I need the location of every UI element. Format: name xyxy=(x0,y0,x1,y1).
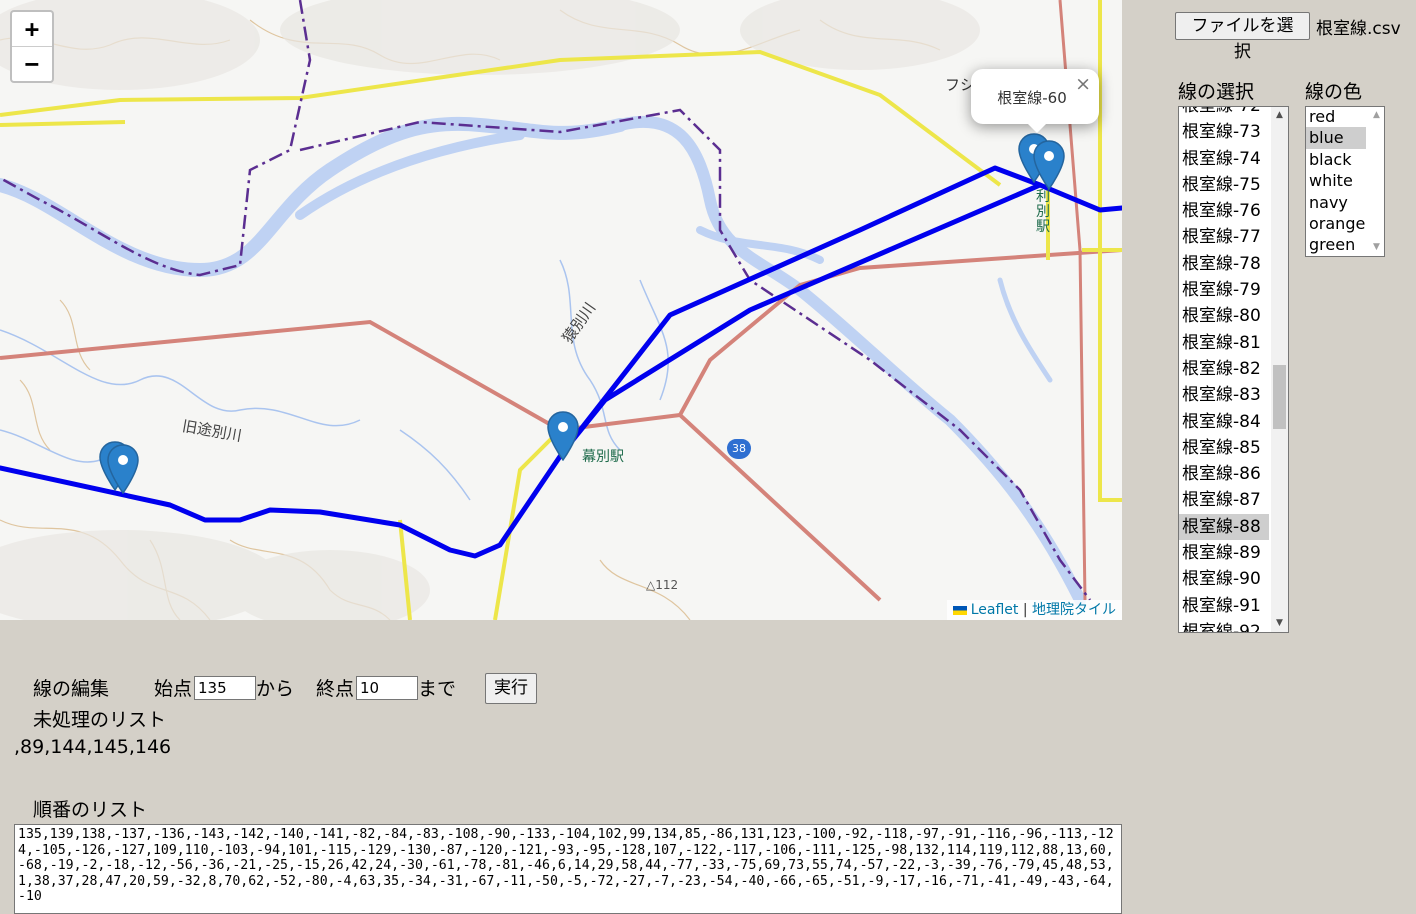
zoom-in-button[interactable]: + xyxy=(12,12,52,46)
map-attribution: Leaflet | 地理院タイル xyxy=(946,600,1122,620)
run-button[interactable]: 実行 xyxy=(485,673,537,704)
end-point-input[interactable] xyxy=(356,676,418,700)
scroll-up-icon[interactable]: ▲ xyxy=(1271,107,1288,124)
list-option[interactable]: 根室線-83 xyxy=(1179,382,1269,408)
list-option[interactable]: red xyxy=(1306,107,1366,127)
list-option[interactable]: 根室線-74 xyxy=(1179,146,1269,172)
line-select-scrollbar[interactable]: ▲ ▼ xyxy=(1271,107,1288,632)
choose-file-button[interactable]: ファイルを選択 xyxy=(1175,12,1310,62)
file-name: 根室線.csv xyxy=(1316,19,1401,39)
list-option[interactable]: blue xyxy=(1306,127,1366,149)
list-option[interactable]: 根室線-81 xyxy=(1179,330,1269,356)
line-select-items: 根室線-72 根室線-73 根室線-74 根室線-75 根室線-76 根室線-77 根室線-… xyxy=(1179,107,1269,632)
popup-tip xyxy=(1027,123,1047,133)
scroll-up-icon[interactable]: ▲ xyxy=(1369,107,1384,124)
line-select-label: 線の選択 xyxy=(1178,81,1255,103)
list-option[interactable]: 根室線-79 xyxy=(1179,277,1269,303)
elevation-label: △112 xyxy=(646,578,679,592)
popup-close-button[interactable]: × xyxy=(1075,73,1091,95)
from-label: から xyxy=(256,678,295,700)
list-option[interactable]: black xyxy=(1306,149,1366,170)
list-option[interactable]: 根室線-87 xyxy=(1179,487,1269,513)
list-option[interactable]: 根室線-89 xyxy=(1179,540,1269,566)
map-view[interactable]: 猿別川 旧途別川 幕別駅 利別駅 フシ △112 38 根室線-60 × + −… xyxy=(0,0,1122,620)
map-marker-icon[interactable] xyxy=(1033,140,1065,190)
list-option[interactable]: 根室線-88 xyxy=(1179,513,1269,541)
list-option[interactable]: 根室線-91 xyxy=(1179,593,1269,619)
station-label: 幕別駅 xyxy=(582,449,624,465)
map-marker-icon[interactable] xyxy=(547,411,579,461)
attribution-separator: | xyxy=(1022,602,1028,618)
list-option[interactable]: 根室線-80 xyxy=(1179,303,1269,329)
list-option[interactable]: 根室線-77 xyxy=(1179,224,1269,250)
map-marker-icon[interactable] xyxy=(107,444,139,494)
list-option[interactable]: 根室線-78 xyxy=(1179,251,1269,277)
line-color-scrollbar[interactable]: ▲ ▼ xyxy=(1369,107,1384,256)
end-label: 終点 xyxy=(316,678,355,700)
line-color-list[interactable]: red blue black white navy orange green ▲ ▼ xyxy=(1305,106,1385,257)
list-option[interactable]: 根室線-86 xyxy=(1179,461,1269,487)
line-color-items: red blue black white navy orange green xyxy=(1306,107,1366,256)
list-option[interactable]: 根室線-92 xyxy=(1179,619,1269,632)
list-option[interactable]: 根室線-90 xyxy=(1179,566,1269,592)
railway-line xyxy=(0,165,1122,559)
list-option[interactable]: 根室線-84 xyxy=(1179,409,1269,435)
list-option[interactable]: 根室線-73 xyxy=(1179,119,1269,145)
gsi-tiles-link[interactable]: 地理院タイル xyxy=(1032,602,1116,618)
zoom-out-button[interactable]: − xyxy=(12,46,52,81)
scroll-thumb[interactable] xyxy=(1273,365,1286,429)
start-label: 始点 xyxy=(154,678,193,700)
list-option[interactable]: 根室線-72 xyxy=(1179,107,1269,119)
order-title: 順番のリスト xyxy=(33,799,148,821)
list-option[interactable]: 根室線-82 xyxy=(1179,356,1269,382)
leaflet-link[interactable]: Leaflet xyxy=(971,602,1019,618)
list-option[interactable]: 根室線-85 xyxy=(1179,435,1269,461)
line-color-label: 線の色 xyxy=(1305,81,1363,103)
route-shield: 38 xyxy=(727,439,751,459)
ukraine-flag-icon xyxy=(952,605,967,615)
order-list-textarea[interactable]: 135,139,138,-137,-136,-143,-142,-140,-14… xyxy=(14,824,1122,914)
scroll-down-icon[interactable]: ▼ xyxy=(1271,615,1288,632)
marker-popup: 根室線-60 × xyxy=(971,69,1099,133)
list-option[interactable]: white xyxy=(1306,170,1366,191)
scroll-down-icon[interactable]: ▼ xyxy=(1369,239,1384,256)
edit-title: 線の編集 xyxy=(33,678,110,700)
list-option[interactable]: 根室線-75 xyxy=(1179,172,1269,198)
list-option[interactable]: green xyxy=(1306,234,1366,255)
list-option[interactable]: navy xyxy=(1306,192,1366,213)
station-label: 利別駅 xyxy=(1036,189,1050,235)
list-option[interactable]: orange xyxy=(1306,213,1366,234)
unprocessed-list: ,89,144,145,146 xyxy=(14,736,172,758)
zoom-control: + − xyxy=(10,10,54,83)
line-select-list[interactable]: 根室線-72 根室線-73 根室線-74 根室線-75 根室線-76 根室線-77 根室線-… xyxy=(1178,106,1289,633)
unprocessed-title: 未処理のリスト xyxy=(33,709,167,731)
list-option[interactable]: 根室線-76 xyxy=(1179,198,1269,224)
start-point-input[interactable] xyxy=(194,676,256,700)
until-label: まで xyxy=(418,678,457,700)
